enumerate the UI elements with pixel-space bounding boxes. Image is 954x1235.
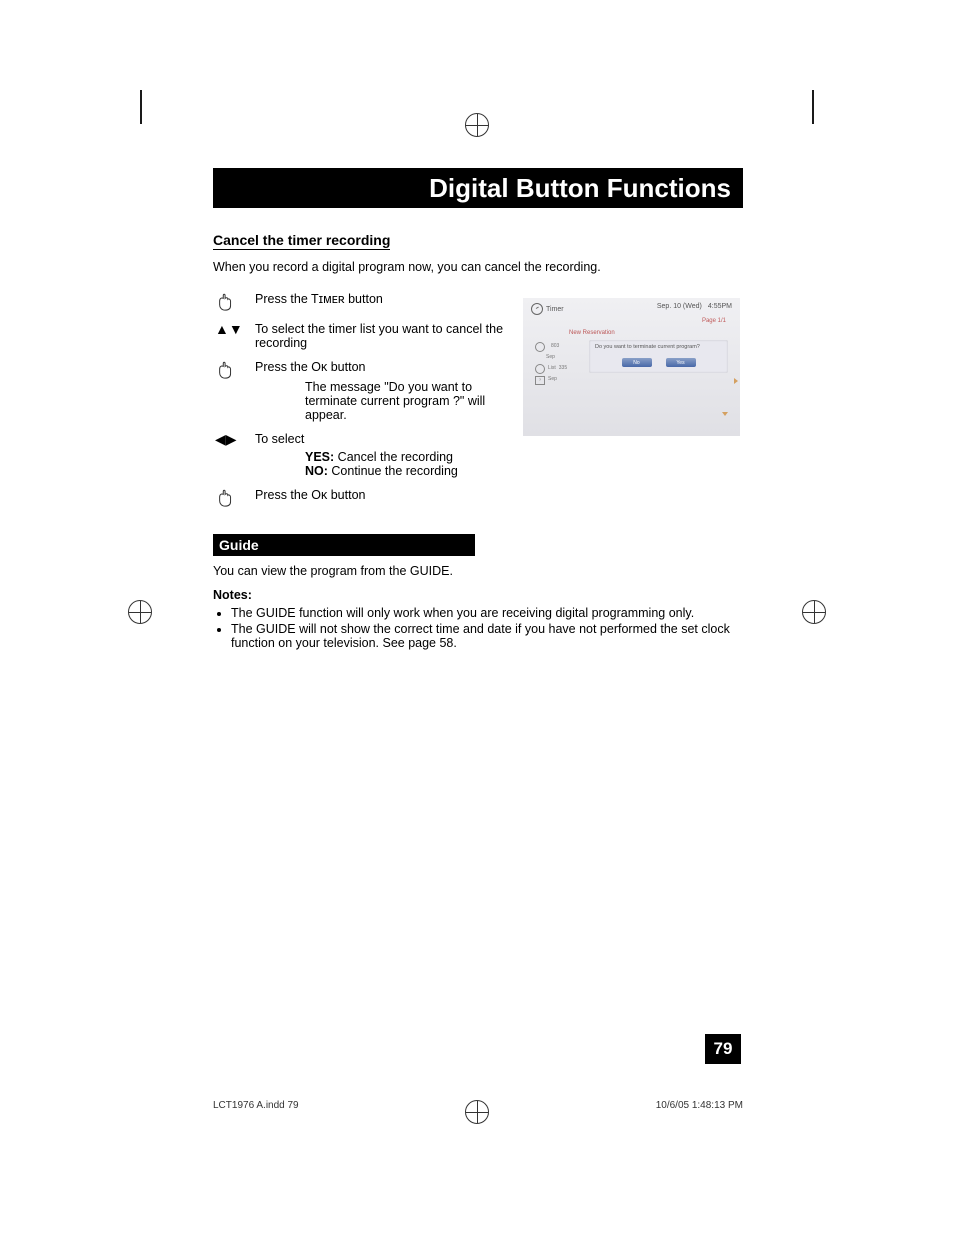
page-number: 79 — [705, 1034, 741, 1064]
section-heading-guide: Guide — [213, 534, 475, 556]
timer-clock-icon — [531, 303, 543, 315]
down-arrow-icon — [722, 412, 728, 416]
press-hand-icon — [215, 292, 237, 312]
right-arrow-icon — [734, 378, 738, 384]
print-footer: LCT1976 A.indd 79 10/6/05 1:48:13 PM — [213, 1100, 743, 1111]
registration-mark-icon — [802, 600, 826, 624]
ss-timer-label: Timer — [546, 306, 564, 313]
registration-mark-icon — [128, 600, 152, 624]
up-down-arrows-icon: ▲▼ — [215, 322, 243, 336]
ss-page-indicator: Page 1/1 — [523, 318, 740, 328]
step-press-ok-1: Press the Oᴋ button — [255, 360, 365, 374]
step-press-ok-message: The message "Do you want to terminate cu… — [305, 380, 515, 422]
footer-file: LCT1976 A.indd 79 — [213, 1100, 299, 1111]
section-heading-cancel: Cancel the timer recording — [213, 232, 390, 250]
step-press-timer: Press the Tɪᴍᴇʀ button — [255, 292, 515, 306]
clock-icon — [535, 364, 545, 374]
left-right-arrows-icon: ◀▶ — [215, 432, 237, 446]
ss-date: Sep. 10 (Wed) — [657, 303, 702, 315]
chapter-title: Digital Button Functions — [213, 168, 743, 208]
guide-intro: You can view the program from the GUIDE. — [213, 564, 743, 578]
ss-new-reservation: New Reservation — [569, 330, 615, 336]
ss-time: 4:55PM — [708, 303, 732, 315]
ss-no-button[interactable]: No — [622, 358, 652, 367]
ss-dialog-question: Do you want to terminate current program… — [595, 344, 722, 350]
ss-reservation-list: 803 Sep List335 ?Sep — [535, 342, 583, 387]
note-item: The GUIDE will not show the correct time… — [231, 622, 743, 650]
press-hand-icon — [215, 360, 237, 380]
clock-icon — [535, 342, 545, 352]
tv-ui-screenshot: Timer Sep. 10 (Wed) 4:55PM Page 1/1 New … — [523, 298, 740, 436]
note-item: The GUIDE function will only work when y… — [231, 606, 743, 620]
ss-confirm-dialog: Do you want to terminate current program… — [589, 340, 728, 373]
option-yes-label: YES: — [305, 450, 334, 464]
footer-timestamp: 10/6/05 1:48:13 PM — [656, 1100, 743, 1111]
press-hand-icon — [215, 488, 237, 508]
notes-heading: Notes: — [213, 588, 743, 602]
step-to-select: To select — [255, 432, 304, 446]
option-no-label: NO: — [305, 464, 328, 478]
step-select-list: To select the timer list you want to can… — [255, 322, 515, 350]
step-press-ok-2: Press the Oᴋ button — [255, 488, 515, 502]
option-no-text: Continue the recording — [328, 464, 458, 478]
ss-yes-button[interactable]: Yes — [666, 358, 696, 367]
notes-list: The GUIDE function will only work when y… — [213, 606, 743, 650]
registration-mark-icon — [465, 113, 489, 137]
option-yes-text: Cancel the recording — [334, 450, 453, 464]
section-intro: When you record a digital program now, y… — [213, 260, 743, 274]
